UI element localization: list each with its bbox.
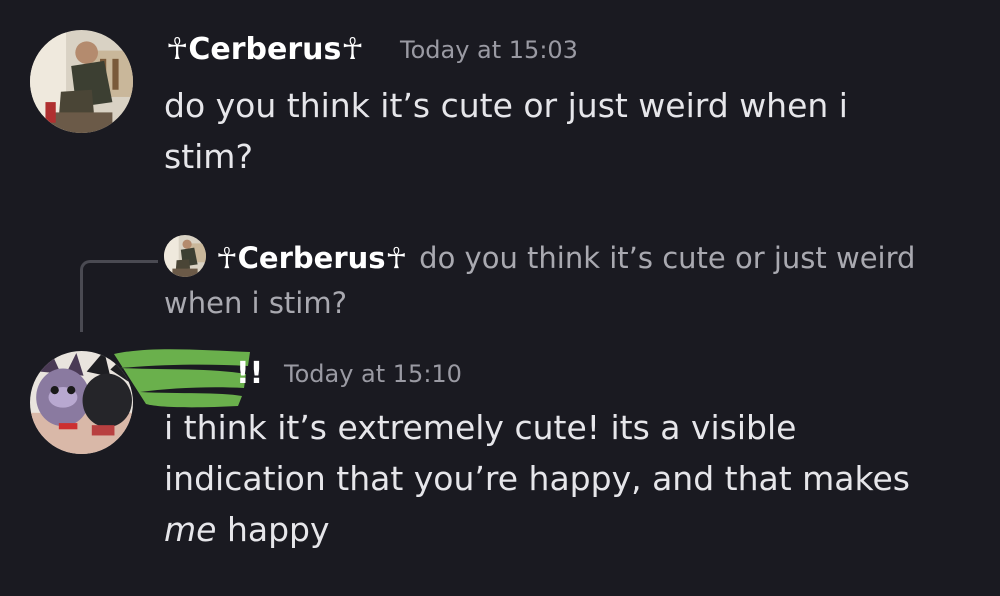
message-timestamp: Today at 15:03 [400,36,578,64]
user-avatar-image [30,30,133,133]
reply-preview[interactable]: ☥Cerberus☥ do you think it’s cute or just… [164,235,964,326]
message-text-tail: happy [216,510,330,549]
redaction-scribble [110,346,256,410]
message-content: do you think it’s cute or just weird whe… [164,86,848,176]
message-username[interactable]: ☥Cerberus☥ [166,32,364,67]
reply-username[interactable]: ☥Cerberus☥ [216,241,407,275]
message-text: i think it’s extremely cute! its a visib… [164,408,910,498]
message-emphasis: me [164,510,217,549]
reply-avatar [164,235,206,277]
reply-connector-line [80,260,158,332]
avatar[interactable] [30,30,133,133]
message-timestamp: Today at 15:10 [284,360,462,388]
message-content: i think it’s extremely cute! its a visib… [164,402,954,555]
message-username[interactable]: !! [236,356,263,391]
